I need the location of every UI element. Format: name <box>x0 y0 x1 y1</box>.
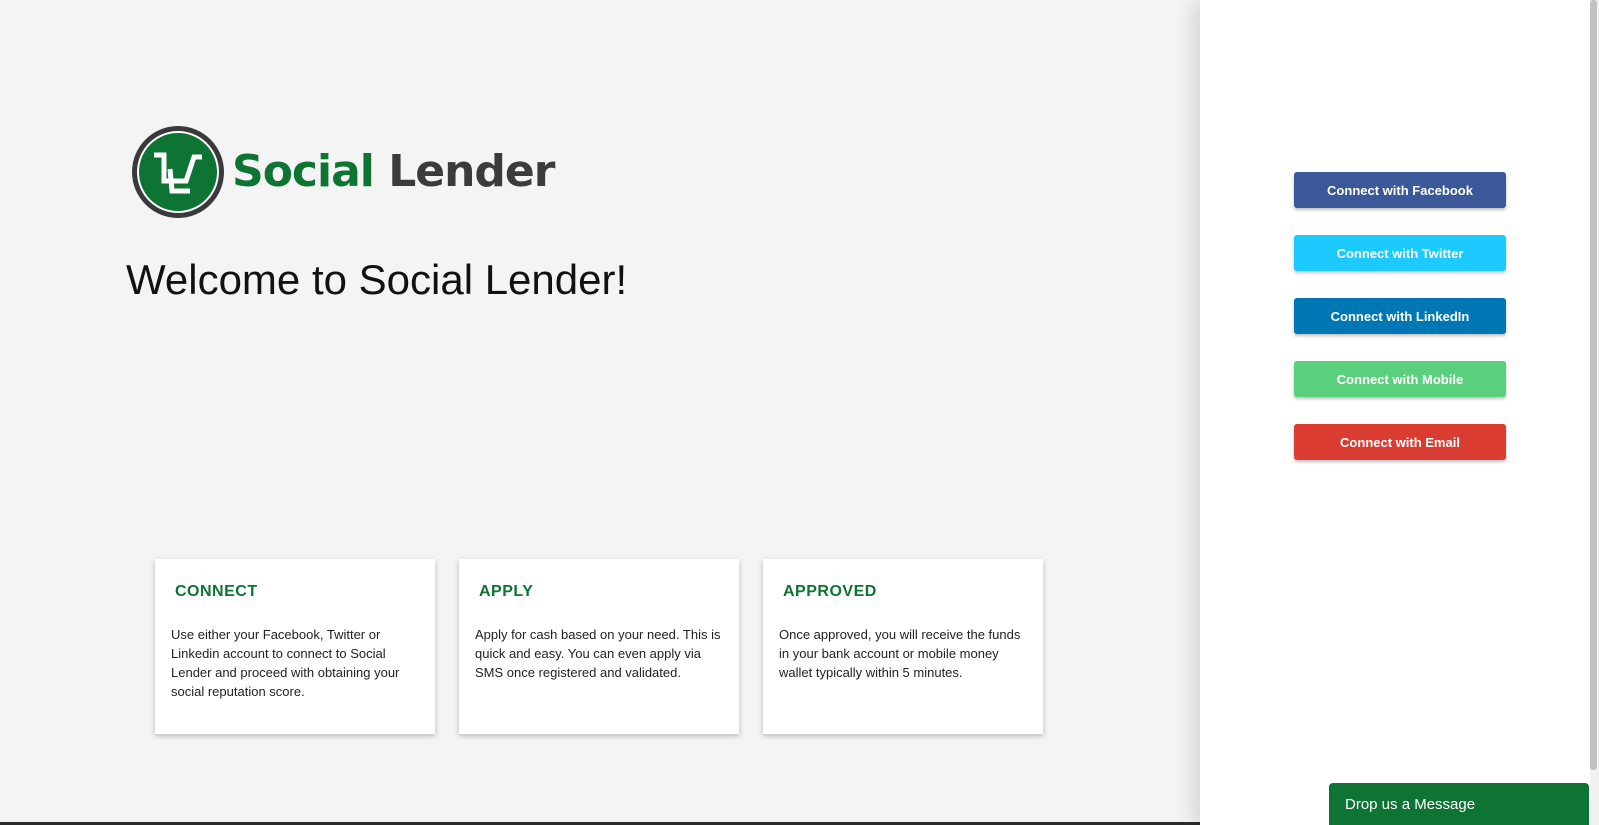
main-content: Social Lender Welcome to Social Lender! … <box>0 0 1200 825</box>
scrollbar-thumb[interactable] <box>1590 0 1597 770</box>
card-title: CONNECT <box>175 583 258 600</box>
connect-mobile-button[interactable]: Connect with Mobile <box>1294 361 1506 397</box>
card-approved: APPROVED Once approved, you will receive… <box>763 559 1043 734</box>
connect-linkedin-button[interactable]: Connect with LinkedIn <box>1294 298 1506 334</box>
card-apply: APPLY Apply for cash based on your need.… <box>459 559 739 734</box>
card-text: Apply for cash based on your need. This … <box>475 627 721 680</box>
drop-message-button[interactable]: Drop us a Message <box>1329 783 1589 825</box>
login-panel: Connect with Facebook Connect with Twitt… <box>1200 0 1590 825</box>
social-login-buttons: Connect with Facebook Connect with Twitt… <box>1294 172 1506 460</box>
logo-cart-icon <box>137 131 219 213</box>
logo: Social Lender <box>132 126 555 218</box>
logo-text-social: Social <box>232 146 375 197</box>
logo-badge-icon <box>132 126 224 218</box>
page-title: Welcome to Social Lender! <box>126 256 628 303</box>
connect-twitter-button[interactable]: Connect with Twitter <box>1294 235 1506 271</box>
connect-email-button[interactable]: Connect with Email <box>1294 424 1506 460</box>
scrollbar[interactable] <box>1590 0 1599 825</box>
feature-cards: CONNECT Use either your Facebook, Twitte… <box>155 559 1043 734</box>
connect-facebook-button[interactable]: Connect with Facebook <box>1294 172 1506 208</box>
logo-text-lender: Lender <box>388 146 555 197</box>
card-text: Once approved, you will receive the fund… <box>779 627 1021 680</box>
logo-wordmark: Social Lender <box>232 150 555 194</box>
card-title: APPROVED <box>783 583 877 600</box>
card-connect: CONNECT Use either your Facebook, Twitte… <box>155 559 435 734</box>
card-text: Use either your Facebook, Twitter or Lin… <box>171 627 400 699</box>
card-title: APPLY <box>479 583 534 600</box>
